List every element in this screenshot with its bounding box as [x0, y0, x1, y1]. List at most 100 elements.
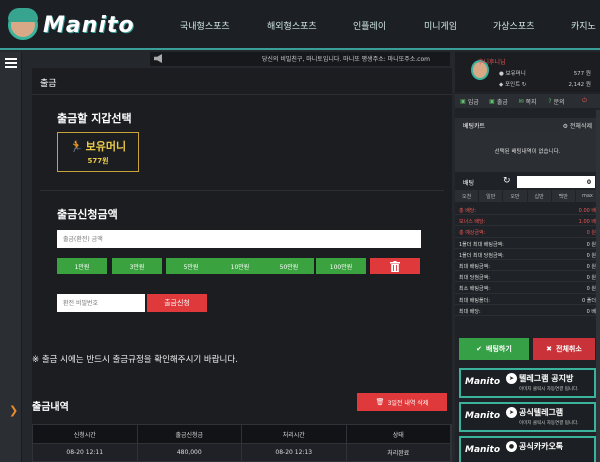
sidebar-scrollbar[interactable]: [596, 110, 600, 462]
deposit-link[interactable]: ▣ 입금: [455, 94, 484, 108]
nav-domestic-sports[interactable]: 국내형스포츠: [180, 19, 230, 32]
nav-virtual-sports[interactable]: 가상스포츠: [493, 19, 534, 32]
chip-30k-button[interactable]: 3만원: [112, 258, 162, 274]
chevron-right-icon[interactable]: ❯: [9, 404, 18, 417]
wallet-card-money[interactable]: 🏃 보유머니 577원: [57, 132, 139, 172]
withdraw-panel: 출금 출금할 지갑선택 🏃보유머니 577원 출금신청금액 1만원 3만원 5만…: [32, 68, 452, 462]
quick-bet-buttons: 오천 일만 오만 십만 백만 max: [455, 190, 600, 202]
info-row: 총 예상금액: 0 원: [455, 226, 600, 238]
withdraw-submit-button[interactable]: 출금신청: [147, 294, 207, 312]
inquiry-link[interactable]: ? 문의: [542, 94, 571, 108]
info-row: 최대 배팅금액: 0 원: [455, 260, 600, 272]
banner-title: 공식카카오톡: [519, 442, 564, 451]
speaker-icon: [154, 54, 162, 63]
nav-inplay[interactable]: 인플레이: [353, 19, 386, 32]
close-icon: ✖: [546, 345, 553, 353]
chip-500k-button[interactable]: 50만원: [264, 258, 314, 274]
right-sidebar: 후니후니님 ● 보유머니 577 원 ◆ 포인트 ↻ 2,142 원 ▣ 입금 ▣…: [455, 52, 600, 462]
mail-icon: ✉: [518, 97, 524, 105]
runner-icon: 🏃: [69, 140, 84, 153]
kakaotalk-icon: ●: [506, 441, 517, 452]
col-status: 상태: [347, 425, 451, 443]
page-title: 출금: [40, 79, 57, 89]
clear-bets-button[interactable]: ✖ 전체취소: [533, 338, 595, 360]
divider: [40, 190, 444, 191]
wallet-name: 🏃 보유머니: [69, 140, 127, 153]
betcart-header: 베팅카트 ⚙ 전체삭제: [455, 118, 600, 130]
banner-logo: Manito: [465, 411, 501, 421]
chip-100k-button[interactable]: 10만원: [215, 258, 265, 274]
power-icon: ⏻: [582, 97, 587, 104]
account-actions: ▣ 입금 ▣ 출금 ✉ 쪽지 ? 문의 ⏻: [455, 94, 600, 108]
banner-title: 텔레그램 공지방: [519, 374, 574, 383]
cell-processed-time: 08-20 12:13: [242, 444, 347, 461]
withdraw-notice: ※ 출금 시에는 반드시 출금규정을 확인해주시기 바랍니다.: [32, 355, 238, 365]
delete-history-button[interactable]: 🗑 3일전 내역 삭제: [357, 393, 447, 411]
logo-text: Manito: [43, 12, 135, 38]
nav-overseas-sports[interactable]: 해외형스포츠: [267, 19, 317, 32]
info-row: 최대 배당: 0 배: [455, 305, 600, 316]
message-link[interactable]: ✉ 쪽지: [513, 94, 542, 108]
banner-title: 공식텔레그램: [519, 408, 564, 417]
mascot-icon: [8, 8, 38, 40]
col-processed-time: 처리시간: [242, 425, 347, 443]
banner-subtitle: 이미지 클릭시 자동연결 됩니다.: [519, 387, 579, 392]
refresh-icon[interactable]: ↻: [522, 82, 527, 88]
reset-amount-button[interactable]: [370, 258, 420, 274]
bet-info-list: 총 배당: 0.00 배 보너스 배당: 1.00 배 총 예상금액: 0 원 1폴더…: [455, 204, 600, 316]
money-value: 577 원: [573, 71, 591, 77]
ticker-text: 당신의 비밀친구, 마니토입니다. 마니또 평생주소: 마니또주소.com: [261, 56, 430, 63]
banner-logo: Manito: [465, 377, 501, 387]
chip-10k-button[interactable]: 1만원: [57, 258, 107, 274]
logout-button[interactable]: ⏻: [571, 94, 600, 108]
betcart-clear-all[interactable]: ⚙ 전체삭제: [563, 121, 592, 130]
nav-casino[interactable]: 카지노: [571, 19, 596, 32]
betcart-title: 베팅카트: [463, 123, 486, 130]
bet-label: 배팅: [463, 180, 475, 187]
site-logo[interactable]: Manito: [8, 6, 135, 44]
cell-status: 처리완료: [347, 444, 451, 461]
info-row: 1폴더 최대 배팅금액: 0 원: [455, 238, 600, 249]
left-rail: ❯: [0, 52, 22, 462]
withdraw-link[interactable]: ▣ 출금: [484, 94, 513, 108]
refresh-icon[interactable]: ↻: [503, 176, 511, 186]
hamburger-menu-icon[interactable]: [5, 58, 17, 68]
quick-5k-button[interactable]: 오천: [455, 190, 480, 202]
table-header: 신청시간 출금신청금 처리시간 상태: [32, 424, 452, 444]
info-row: 최소 배팅금액: 0 원: [455, 282, 600, 294]
notice-ticker: 당신의 비밀친구, 마니토입니다. 마니또 평생주소: 마니또주소.com: [150, 52, 450, 66]
quick-1m-button[interactable]: 백만: [551, 190, 576, 202]
top-header: Manito 국내형스포츠 해외형스포츠 인플레이 미니게임 가상스포츠 카지노: [0, 0, 600, 50]
help-icon: ?: [548, 97, 552, 105]
divider: [32, 94, 452, 95]
withdraw-amount-input[interactable]: [57, 230, 421, 248]
quick-50k-button[interactable]: 오만: [503, 190, 528, 202]
place-bet-button[interactable]: ✔ 배팅하기: [459, 338, 529, 360]
telegram-icon: ➤: [506, 373, 517, 384]
official-telegram-banner[interactable]: Manito ➤ 공식텔레그램 이미지 클릭시 자동연결 됩니다.: [459, 402, 596, 432]
official-kakaotalk-banner[interactable]: Manito ● 공식카카오톡: [459, 436, 596, 462]
info-row: 최대 배팅폴더: 0 폴더: [455, 294, 600, 305]
wallet-section-title: 출금할 지갑선택: [57, 112, 132, 125]
withdraw-password-input[interactable]: [57, 294, 145, 312]
quick-100k-button[interactable]: 십만: [527, 190, 552, 202]
telegram-notice-banner[interactable]: Manito ➤ 텔레그램 공지방 이미지 클릭시 자동연결 됩니다.: [459, 368, 596, 398]
banner-logo: Manito: [465, 445, 501, 455]
quick-10k-button[interactable]: 일만: [479, 190, 504, 202]
username: 후니후니님: [478, 59, 506, 66]
chip-1m-button[interactable]: 100만원: [316, 258, 366, 274]
cell-request-time: 08-20 12:11: [33, 444, 138, 461]
gear-icon: ⚙: [562, 123, 570, 130]
trash-icon: [390, 260, 400, 272]
bet-amount-row: 배팅 ↻: [455, 176, 600, 188]
chip-50k-button[interactable]: 5만원: [166, 258, 216, 274]
user-profile: 후니후니님 ● 보유머니 577 원 ◆ 포인트 ↻ 2,142 원: [455, 52, 600, 92]
telegram-icon: ➤: [506, 407, 517, 418]
deposit-icon: ▣: [460, 97, 466, 105]
nav-minigame[interactable]: 미니게임: [424, 19, 457, 32]
info-row: 1폴더 최대 당첨금액: 0 원: [455, 249, 600, 260]
point-value: 2,142 원: [568, 82, 591, 88]
bet-amount-input[interactable]: [517, 176, 595, 188]
cell-amount: 480,000: [138, 444, 242, 461]
info-row: 총 배당: 0.00 배: [455, 204, 600, 216]
